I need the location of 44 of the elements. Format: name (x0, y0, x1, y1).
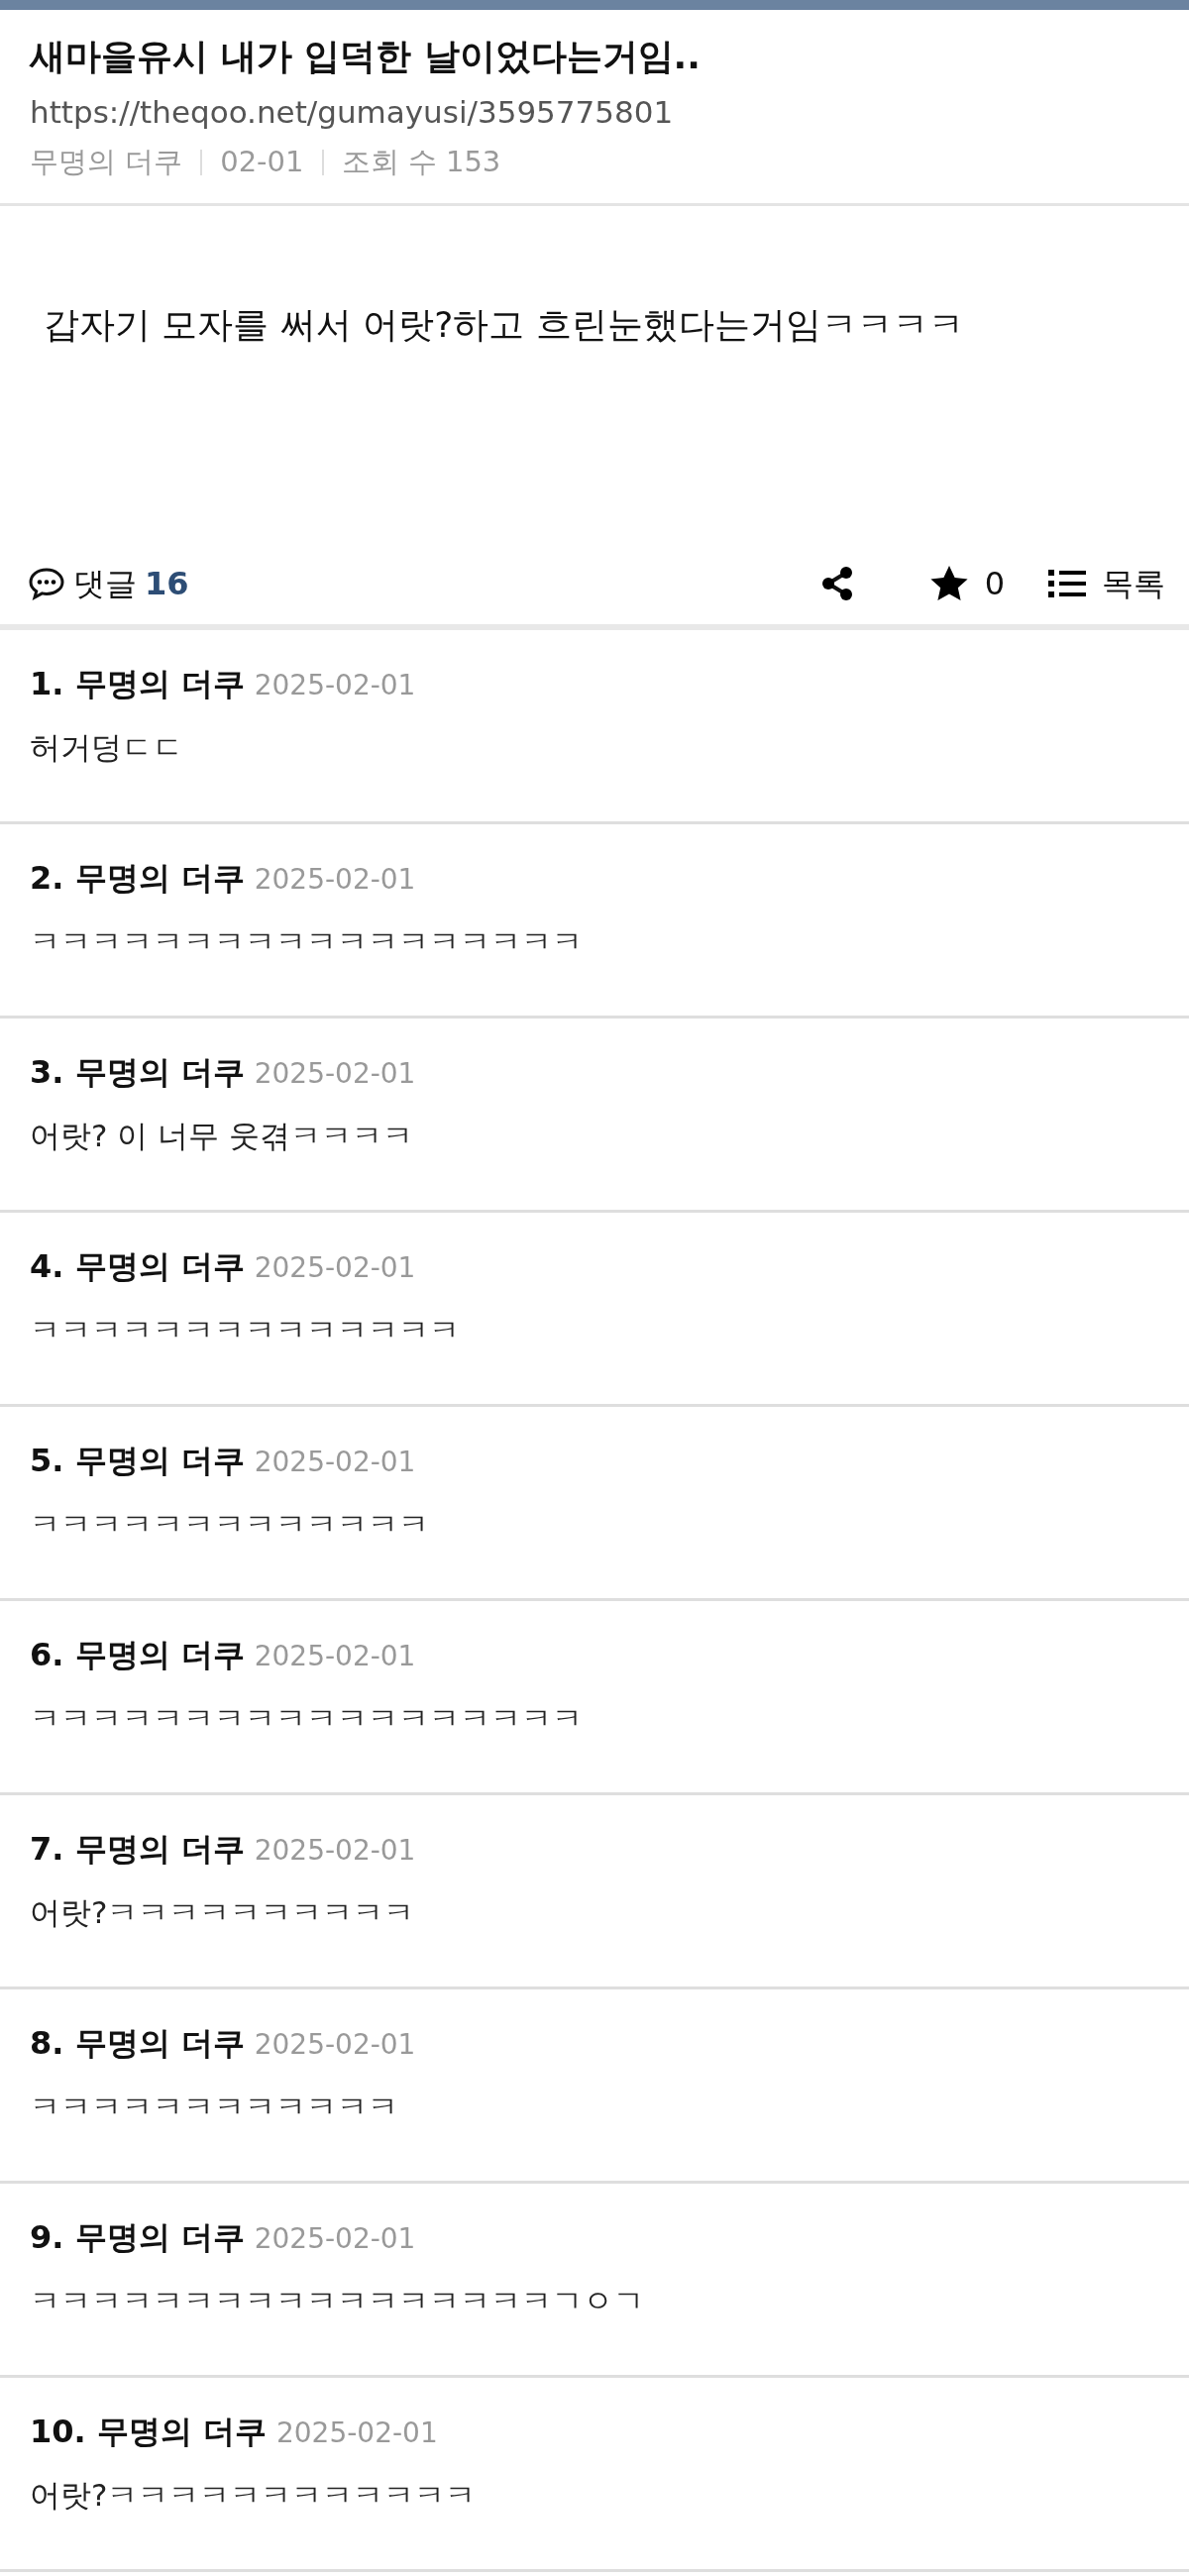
comment-date: 2025-02-01 (254, 2222, 416, 2256)
post-title: 새마을유시 내가 입덕한 날이었다는거임.. (30, 35, 702, 78)
comment-author: 2. 무명의 더쿠 (30, 859, 245, 898)
comment-text: ㅋㅋㅋㅋㅋㅋㅋㅋㅋㅋㅋㅋ (30, 2087, 399, 2126)
comment-author: 7. 무명의 더쿠 (30, 1830, 245, 1869)
comments-label: 댓글 (73, 564, 137, 605)
view-count: 조회 수 153 (341, 143, 501, 180)
comment-author: 8. 무명의 더쿠 (30, 2024, 245, 2063)
comment-author: 10. 무명의 더쿠 (30, 2413, 267, 2451)
comment-text: ㅋㅋㅋㅋㅋㅋㅋㅋㅋㅋㅋㅋㅋㅋㅋㅋㅋㅋ (30, 1698, 584, 1738)
author-name: 무명의 더쿠 (30, 143, 183, 180)
comment-date: 2025-02-01 (254, 1640, 416, 1673)
comment-author: 9. 무명의 더쿠 (30, 2218, 245, 2257)
comment-date: 2025-02-01 (254, 863, 416, 897)
speech-bubble-icon (28, 567, 65, 601)
comment-text: 허거덩ㄷㄷ (30, 727, 184, 767)
comment-count: 16 (145, 564, 189, 605)
comment-date: 2025-02-01 (254, 1446, 416, 1479)
star-count: 0 (984, 564, 1005, 605)
comment-text: ㅋㅋㅋㅋㅋㅋㅋㅋㅋㅋㅋㅋㅋㅋㅋㅋㅋㄱㅇㄱ (30, 2281, 645, 2320)
comment-text: 어랏?ㅋㅋㅋㅋㅋㅋㅋㅋㅋㅋㅋㅋ (30, 2475, 478, 2515)
comment-author: 4. 무명의 더쿠 (30, 1247, 245, 1286)
comment-author: 6. 무명의 더쿠 (30, 1636, 245, 1674)
share-icon[interactable] (819, 566, 854, 602)
comment-author: 3. 무명의 더쿠 (30, 1053, 245, 1092)
comment-date: 2025-02-01 (275, 2416, 438, 2450)
comment-text: 어랏?ㅋㅋㅋㅋㅋㅋㅋㅋㅋㅋ (30, 1892, 416, 1932)
post-date: 02-01 (220, 143, 304, 180)
list-link[interactable]: 목록 (1102, 560, 1165, 608)
comment-text: ㅋㅋㅋㅋㅋㅋㅋㅋㅋㅋㅋㅋㅋ (30, 1504, 430, 1544)
comment-text: ㅋㅋㅋㅋㅋㅋㅋㅋㅋㅋㅋㅋㅋㅋㅋㅋㅋㅋ (30, 921, 584, 961)
post-url[interactable]: https://theqoo.net/gumayusi/3595775801 (30, 91, 1159, 135)
comment-text: ㅋㅋㅋㅋㅋㅋㅋㅋㅋㅋㅋㅋㅋㅋ (30, 1310, 461, 1349)
comment-date: 2025-02-01 (254, 1251, 416, 1285)
list-icon[interactable] (1048, 569, 1086, 599)
comment-author: 1. 무명의 더쿠 (30, 665, 245, 703)
comment-author: 5. 무명의 더쿠 (30, 1442, 245, 1480)
comment-date: 2025-02-01 (254, 2028, 416, 2062)
comment-date: 2025-02-01 (254, 1834, 416, 1868)
comment-text: 어랏? 이 너무 웃겪ㅋㅋㅋㅋ (30, 1116, 414, 1155)
comment-date: 2025-02-01 (254, 669, 416, 702)
comment-date: 2025-02-01 (254, 1057, 416, 1091)
post-body: 갑자기 모자를 써서 어랏?하고 흐린눈했다는거임ㅋㅋㅋㅋ (43, 303, 965, 348)
star-icon[interactable] (928, 565, 969, 603)
